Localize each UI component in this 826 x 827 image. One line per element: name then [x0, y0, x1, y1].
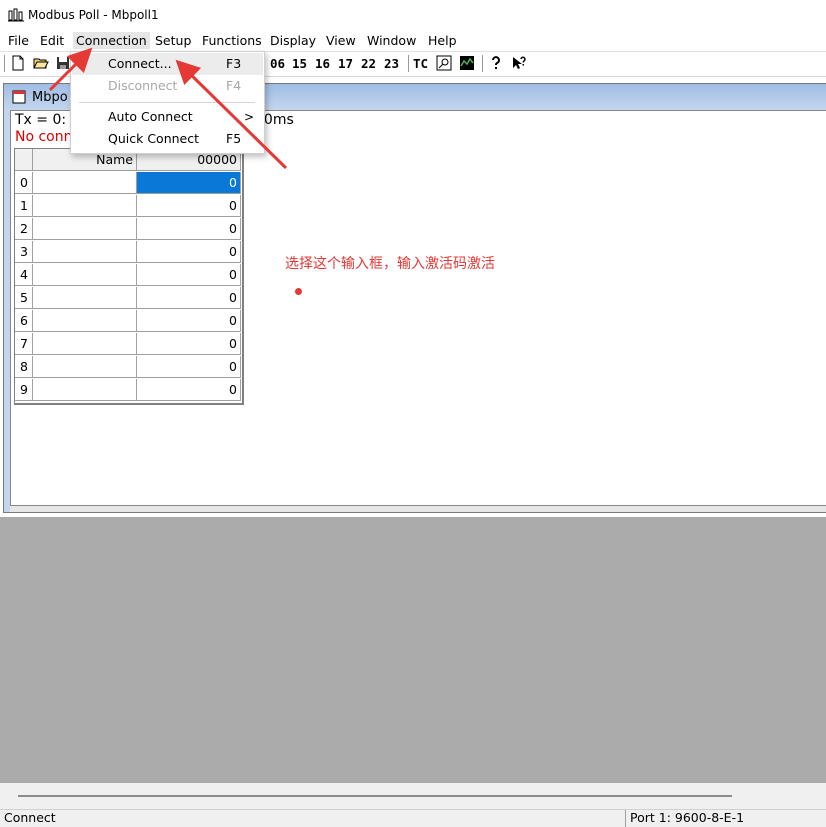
tc-button[interactable]: TC	[413, 56, 428, 71]
fc-22-button[interactable]: 22	[361, 56, 376, 71]
fc-15-button[interactable]: 15	[292, 56, 307, 71]
name-cell[interactable]	[33, 264, 137, 286]
value-cell[interactable]: 0	[137, 379, 241, 401]
table-row: 9 0	[15, 379, 242, 402]
name-cell[interactable]	[33, 241, 137, 263]
name-cell[interactable]	[33, 172, 137, 194]
name-cell[interactable]	[33, 379, 137, 401]
connect-label: Connect...	[108, 56, 172, 71]
help-icon[interactable]	[488, 55, 504, 71]
name-cell[interactable]	[33, 195, 137, 217]
menu-separator	[79, 102, 255, 103]
menu-edit[interactable]: Edit	[37, 32, 67, 49]
title-bar: Modbus Poll - Mbpoll1	[0, 0, 826, 30]
menu-bar: File Edit Connection Setup Functions Dis…	[0, 30, 826, 52]
table-row: 6 0	[15, 310, 242, 333]
fc-17-button[interactable]: 17	[338, 56, 353, 71]
name-cell[interactable]	[33, 310, 137, 332]
menu-window[interactable]: Window	[364, 32, 419, 49]
child-window-body: Tx = 0: E 00ms No conne Name 00000 0 0 1…	[10, 110, 826, 506]
row-index[interactable]: 5	[15, 287, 33, 309]
table-row: 8 0	[15, 356, 242, 379]
table-row: 4 0	[15, 264, 242, 287]
value-cell[interactable]: 0	[137, 195, 241, 217]
menu-file[interactable]: File	[5, 32, 32, 49]
mdi-horizontal-scrollbar[interactable]	[0, 783, 826, 809]
connection-dropdown-menu: Connect... F3 Disconnect F4 Auto Connect…	[70, 51, 265, 154]
menu-functions[interactable]: Functions	[199, 32, 265, 49]
row-index[interactable]: 7	[15, 333, 33, 355]
table-row: 0 0	[15, 172, 242, 195]
corner-header[interactable]	[15, 149, 33, 171]
table-row: 5 0	[15, 287, 242, 310]
value-cell[interactable]: 0	[137, 333, 241, 355]
row-index[interactable]: 3	[15, 241, 33, 263]
table-row: 7 0	[15, 333, 242, 356]
value-cell[interactable]: 0	[137, 241, 241, 263]
value-cell-selected[interactable]: 0	[137, 172, 241, 194]
name-cell[interactable]	[33, 333, 137, 355]
fc-16-button[interactable]: 16	[315, 56, 330, 71]
row-index[interactable]: 8	[15, 356, 33, 378]
modbus-poll-app-icon	[8, 8, 24, 22]
menu-view[interactable]: View	[323, 32, 359, 49]
name-cell[interactable]	[33, 218, 137, 240]
table-row: 3 0	[15, 241, 242, 264]
menu-connection[interactable]: Connection	[73, 32, 150, 49]
connect-shortcut: F3	[226, 56, 242, 71]
quick-connect-shortcut: F5	[226, 131, 242, 146]
menu-display[interactable]: Display	[267, 32, 319, 49]
value-cell[interactable]: 0	[137, 218, 241, 240]
quick-connect-label: Quick Connect	[108, 131, 200, 146]
child-bottom-edge	[10, 506, 826, 512]
annotation-dot	[295, 288, 302, 295]
save-disk-icon[interactable]	[55, 55, 71, 71]
toolbar-grip	[4, 55, 5, 72]
menu-setup[interactable]: Setup	[152, 32, 194, 49]
fc-23-button[interactable]: 23	[384, 56, 399, 71]
menu-item-auto-connect[interactable]: Auto Connect >	[72, 106, 263, 128]
menu-help[interactable]: Help	[425, 32, 460, 49]
scrollbar-thumb[interactable]	[18, 795, 732, 797]
status-bar: Connect Port 1: 9600-8-E-1	[0, 809, 826, 827]
disconnect-shortcut: F4	[226, 78, 242, 93]
value-cell[interactable]: 0	[137, 264, 241, 286]
document-window-icon	[12, 90, 26, 104]
row-index[interactable]: 4	[15, 264, 33, 286]
row-index[interactable]: 2	[15, 218, 33, 240]
context-help-icon[interactable]	[511, 55, 527, 71]
submenu-arrow-icon: >	[244, 110, 255, 124]
toolbar-separator	[408, 55, 409, 72]
annotation-instruction: 选择这个输入框，输入激活码激活	[285, 256, 495, 272]
open-folder-icon[interactable]	[33, 55, 49, 71]
child-window-title: Mbpo	[32, 90, 68, 105]
toolbar-separator-2	[482, 55, 483, 72]
value-cell[interactable]: 0	[137, 356, 241, 378]
port-status: Port 1: 9600-8-E-1	[630, 810, 745, 825]
register-table: Name 00000 0 0 1 0 2 0 3 0 4 0 5 0 6 0 7…	[14, 148, 244, 405]
chart-icon[interactable]	[459, 55, 475, 71]
traffic-monitor-icon[interactable]	[436, 55, 452, 71]
auto-connect-label: Auto Connect	[108, 109, 193, 124]
row-index[interactable]: 1	[15, 195, 33, 217]
menu-item-quick-connect[interactable]: Quick Connect F5	[72, 128, 263, 150]
row-index[interactable]: 9	[15, 379, 33, 401]
status-divider	[625, 810, 626, 827]
status-message: Connect	[4, 810, 56, 825]
disconnect-label: Disconnect	[108, 78, 178, 93]
row-index[interactable]: 0	[15, 172, 33, 194]
window-title: Modbus Poll - Mbpoll1	[28, 8, 159, 22]
value-cell[interactable]: 0	[137, 287, 241, 309]
menu-item-disconnect: Disconnect F4	[72, 75, 263, 97]
new-document-icon[interactable]	[10, 55, 26, 71]
row-index[interactable]: 6	[15, 310, 33, 332]
fc-06-button[interactable]: 06	[270, 56, 285, 71]
table-row: 1 0	[15, 195, 242, 218]
name-cell[interactable]	[33, 356, 137, 378]
table-row: 2 0	[15, 218, 242, 241]
name-cell[interactable]	[33, 287, 137, 309]
value-cell[interactable]: 0	[137, 310, 241, 332]
menu-item-connect[interactable]: Connect... F3	[72, 53, 263, 75]
